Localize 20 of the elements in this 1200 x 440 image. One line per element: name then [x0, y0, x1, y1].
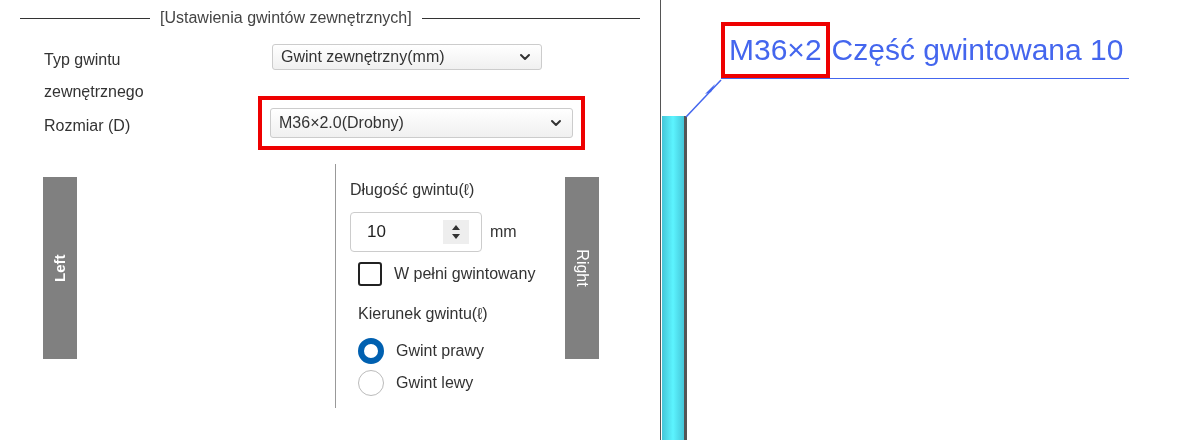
field-label: Długość gwintu(ℓ)	[350, 180, 476, 200]
checkbox[interactable]	[358, 262, 382, 286]
radio-label: Gwint lewy	[396, 373, 474, 393]
radio-label: Gwint prawy	[396, 341, 485, 361]
field-label: Kierunek gwintu(ℓ)	[358, 304, 489, 324]
radio-button[interactable]	[358, 338, 384, 364]
spinner-icon[interactable]	[443, 220, 469, 244]
unit-label: mm	[490, 222, 517, 242]
number-field[interactable]: 10	[350, 212, 482, 252]
checkbox-label: W pełni gwintowany	[394, 264, 536, 284]
dropdown[interactable]: M36×2.0(Drobny)	[270, 108, 573, 138]
dropdown[interactable]: Gwint zewnętrzny(mm)	[272, 44, 542, 70]
callout-text: Część gwintowana 10	[831, 32, 1124, 68]
field-label: Rozmiar (D)	[44, 116, 132, 136]
section-title: [Ustawienia gwintów zewnętrznych]	[159, 8, 413, 28]
side-button[interactable]: Right	[565, 177, 599, 359]
side-button[interactable]: Left	[43, 177, 77, 359]
field-label: Typ gwintu zewnętrznego	[44, 50, 145, 102]
radio-button[interactable]	[358, 370, 384, 396]
thread-size-label: M36×2	[721, 22, 830, 78]
